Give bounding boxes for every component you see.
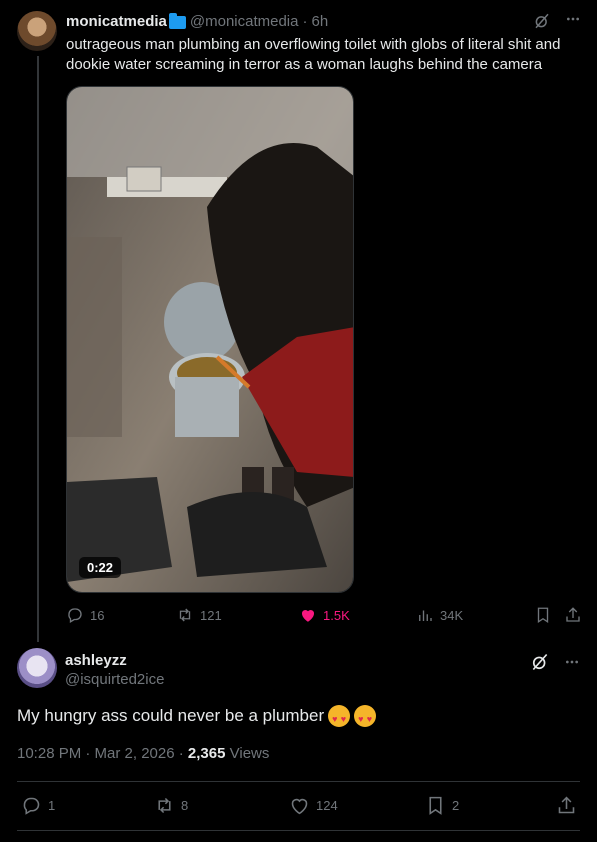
- grok-icon[interactable]: [530, 652, 550, 677]
- reply-text: My hungry ass could never be a plumber: [17, 706, 325, 725]
- post-header: monicatmedia @monicatmedia · 6h: [66, 12, 581, 30]
- heart-icon: [291, 798, 308, 815]
- repost-button[interactable]: 121: [176, 606, 222, 624]
- views-label: Views: [225, 745, 270, 762]
- bookmark-button[interactable]: 2: [425, 795, 459, 816]
- more-icon[interactable]: [565, 11, 581, 32]
- grok-icon[interactable]: [533, 12, 551, 30]
- heart-icon: [301, 609, 315, 622]
- heart-eyes-emoji-icon: [328, 705, 351, 730]
- divider: [17, 781, 580, 782]
- reply-button[interactable]: 1: [21, 795, 55, 816]
- bookmark-button[interactable]: [534, 606, 552, 624]
- reply-header-icons: [530, 652, 580, 677]
- video-player[interactable]: 0:22: [66, 86, 354, 593]
- share-button[interactable]: [564, 606, 582, 624]
- divider: [17, 830, 580, 831]
- reply-count: 16: [90, 607, 105, 623]
- repost-button[interactable]: 8: [154, 795, 188, 816]
- reply-header: ashleyzz: [65, 652, 581, 669]
- like-count: 124: [316, 798, 338, 813]
- video-duration: 0:22: [79, 557, 122, 578]
- reply-icon: [23, 797, 40, 815]
- heart-eyes-emoji-icon: [354, 705, 377, 730]
- like-count: 1.5K: [323, 607, 350, 623]
- reply-icon: [68, 608, 82, 623]
- post-meta: 10:28 PM · Mar 2, 2026 · 2,365 Views: [17, 745, 269, 762]
- views-count: 2,365: [187, 745, 226, 762]
- repost-icon: [179, 608, 191, 622]
- reply-actions: 1 8 124 2: [17, 795, 580, 817]
- reply-count: 1: [48, 798, 56, 813]
- views-icon: [419, 610, 432, 621]
- share-icon: [566, 607, 580, 622]
- dot-separator: ·: [302, 12, 308, 30]
- share-button[interactable]: [556, 795, 577, 816]
- share-icon: [558, 796, 575, 814]
- views-button[interactable]: 34K: [416, 606, 463, 624]
- repost-count: 8: [181, 798, 189, 813]
- post-actions: 16 121 1.5K 34K: [66, 606, 586, 626]
- author-name[interactable]: ashleyzz: [65, 652, 127, 669]
- author-handle[interactable]: @isquirted2ice: [65, 671, 164, 688]
- bookmark-icon: [429, 796, 442, 815]
- avatar[interactable]: [17, 648, 57, 688]
- affiliate-badge-icon: [168, 12, 186, 29]
- post-text: outrageous man plumbing an overflowing t…: [66, 36, 561, 73]
- avatar[interactable]: [17, 11, 57, 51]
- like-button[interactable]: 124: [289, 795, 338, 816]
- reply-button[interactable]: 16: [66, 606, 104, 624]
- bookmark-icon: [537, 607, 549, 624]
- more-icon[interactable]: [564, 652, 580, 677]
- reply-text-row: My hungry ass could never be a plumber: [17, 705, 377, 730]
- thread-line: [37, 56, 39, 642]
- repost-icon: [158, 797, 171, 814]
- author-name[interactable]: monicatmedia: [66, 13, 167, 30]
- repost-count: 121: [200, 607, 222, 623]
- views-count: 34K: [440, 607, 464, 623]
- post-time[interactable]: 6h: [311, 13, 328, 30]
- timestamp[interactable]: 10:28 PM · Mar 2, 2026 ·: [17, 745, 188, 762]
- bookmark-count: 2: [452, 798, 460, 813]
- like-button[interactable]: 1.5K: [299, 606, 350, 624]
- author-handle[interactable]: @monicatmedia: [190, 13, 299, 30]
